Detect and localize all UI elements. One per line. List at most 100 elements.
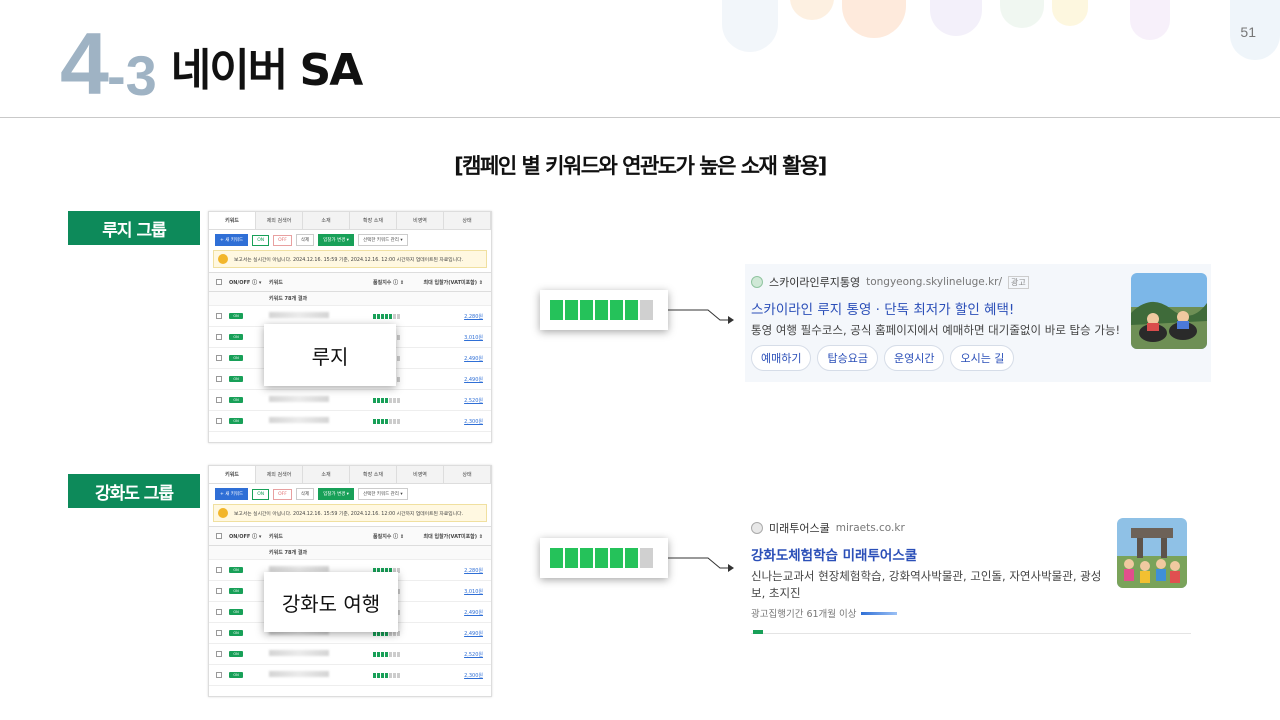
bid-link[interactable]: 2,280원 <box>464 568 483 574</box>
tab-keyword[interactable]: 키워드 <box>209 466 256 483</box>
quality-bar <box>373 418 413 424</box>
row-checkbox[interactable] <box>216 651 222 657</box>
bid-link[interactable]: 3,010원 <box>464 335 483 341</box>
off-button[interactable]: OFF <box>273 488 292 500</box>
delete-button[interactable]: 삭제 <box>295 488 315 500</box>
chip-directions[interactable]: 오시는 길 <box>950 345 1015 371</box>
tab-creative[interactable]: 소재 <box>303 466 350 483</box>
new-keyword-button[interactable]: + 새 키워드 <box>215 488 249 500</box>
bid-link[interactable]: 2,490원 <box>464 377 483 383</box>
bid-link[interactable]: 2,490원 <box>464 356 483 362</box>
quality-segment <box>397 672 400 678</box>
tab-creative[interactable]: 소재 <box>303 212 350 229</box>
ad-meta-text: 광고집행기간 61개월 이상 <box>751 609 857 620</box>
quality-segment <box>397 418 400 424</box>
delete-button[interactable]: 삭제 <box>295 234 315 246</box>
row-toggle[interactable]: ON <box>229 651 243 657</box>
tab-extension[interactable]: 확장 소재 <box>350 212 397 229</box>
row-checkbox[interactable] <box>216 567 222 573</box>
quality-segment <box>389 418 392 424</box>
table-row[interactable]: ON 2,300원 <box>209 411 491 432</box>
bid-link[interactable]: 2,490원 <box>464 610 483 616</box>
header-keyword[interactable]: 키워드 <box>269 533 373 540</box>
tab-negative-keyword[interactable]: 제외 검색어 <box>256 466 303 483</box>
bid-link[interactable]: 2,490원 <box>464 631 483 637</box>
row-toggle[interactable]: ON <box>229 397 243 403</box>
row-toggle[interactable]: ON <box>229 376 243 382</box>
row-checkbox[interactable] <box>216 334 222 340</box>
selected-action-dropdown[interactable]: 선택한 키워드 관리 ▾ <box>357 488 408 500</box>
bid-link[interactable]: 2,520원 <box>464 652 483 658</box>
row-checkbox[interactable] <box>216 672 222 678</box>
tab-extension[interactable]: 확장 소재 <box>350 466 397 483</box>
ad-advertiser[interactable]: 미래투어스쿨 <box>769 520 830 536</box>
meter-segment <box>550 300 563 320</box>
on-button[interactable]: ON <box>252 234 270 246</box>
header-keyword[interactable]: 키워드 <box>269 279 373 286</box>
row-toggle[interactable]: ON <box>229 313 243 319</box>
header-bid[interactable]: 최대 입찰가(VAT미포함) ⇕ <box>413 279 491 286</box>
tab-status[interactable]: 상태 <box>444 466 491 483</box>
row-checkbox[interactable] <box>216 397 222 403</box>
ad-meta: 광고집행기간 61개월 이상 <box>751 606 1185 620</box>
select-all-checkbox[interactable] <box>216 279 222 285</box>
tab-keyword[interactable]: 키워드 <box>209 212 256 229</box>
row-toggle[interactable]: ON <box>229 672 243 678</box>
row-toggle[interactable]: ON <box>229 334 243 340</box>
selected-action-dropdown[interactable]: 선택한 키워드 관리 ▾ <box>357 234 408 246</box>
row-toggle[interactable]: ON <box>229 588 243 594</box>
table-row[interactable]: ON 2,520원 <box>209 390 491 411</box>
row-checkbox[interactable] <box>216 376 222 382</box>
table-tabs: 키워드 제외 검색어 소재 확장 소재 비영역 상태 <box>209 466 491 484</box>
ad-thumbnail-image[interactable] <box>1117 518 1187 588</box>
row-checkbox[interactable] <box>216 418 222 424</box>
row-toggle[interactable]: ON <box>229 567 243 573</box>
report-notice: 보고서는 실시간이 아닙니다. 2024.12.16. 15:59 기준, 20… <box>213 250 487 268</box>
ad-advertiser[interactable]: 스카이라인루지통영 <box>769 274 860 290</box>
row-toggle[interactable]: ON <box>229 630 243 636</box>
header-quality[interactable]: 품질지수 ⓘ ⇕ <box>373 279 413 286</box>
row-checkbox[interactable] <box>216 609 222 615</box>
new-keyword-button[interactable]: + 새 키워드 <box>215 234 249 246</box>
row-checkbox[interactable] <box>216 355 222 361</box>
bid-change-button[interactable]: 입찰가 변경 ▾ <box>318 488 354 500</box>
bid-link[interactable]: 2,520원 <box>464 398 483 404</box>
tab-non-area[interactable]: 비영역 <box>397 466 444 483</box>
slide-number: 51 <box>1240 24 1256 40</box>
row-checkbox[interactable] <box>216 313 222 319</box>
row-toggle[interactable]: ON <box>229 355 243 361</box>
header-onoff[interactable]: ON/OFF ⓘ ▾ <box>229 533 269 540</box>
bid-link[interactable]: 2,280원 <box>464 314 483 320</box>
on-button[interactable]: ON <box>252 488 270 500</box>
meter-segment <box>595 300 608 320</box>
table-row[interactable]: ON 2,300원 <box>209 665 491 686</box>
row-toggle[interactable]: ON <box>229 609 243 615</box>
table-toolbar: + 새 키워드 ON OFF 삭제 입찰가 변경 ▾ 선택한 키워드 관리 ▾ <box>209 230 491 250</box>
select-all-checkbox[interactable] <box>216 533 222 539</box>
ad-thumbnail-image[interactable] <box>1131 273 1207 349</box>
row-checkbox[interactable] <box>216 588 222 594</box>
header-bid[interactable]: 최대 입찰가(VAT미포함) ⇕ <box>413 533 491 540</box>
bid-link[interactable]: 2,300원 <box>464 419 483 425</box>
keyword-overlay-luge: 루지 <box>264 324 396 386</box>
row-toggle[interactable]: ON <box>229 418 243 424</box>
chip-hours[interactable]: 운영시간 <box>883 345 945 371</box>
ad-badge: 광고 <box>1008 275 1029 289</box>
tab-status[interactable]: 상태 <box>444 212 491 229</box>
header-onoff[interactable]: ON/OFF ⓘ ▾ <box>229 279 269 286</box>
ad-title[interactable]: 강화도체험학습 미래투어스쿨 <box>751 544 1111 564</box>
ad-url[interactable]: miraets.co.kr <box>836 522 905 534</box>
off-button[interactable]: OFF <box>273 234 292 246</box>
header-quality[interactable]: 품질지수 ⓘ ⇕ <box>373 533 413 540</box>
bid-link[interactable]: 3,010원 <box>464 589 483 595</box>
row-checkbox[interactable] <box>216 630 222 636</box>
bid-change-button[interactable]: 입찰가 변경 ▾ <box>318 234 354 246</box>
table-row[interactable]: ON 2,520원 <box>209 644 491 665</box>
bid-link[interactable]: 2,300원 <box>464 673 483 679</box>
ad-title[interactable]: 스카이라인 루지 통영 · 단독 최저가 할인 혜택! <box>751 298 1111 318</box>
tab-non-area[interactable]: 비영역 <box>397 212 444 229</box>
ad-url[interactable]: tongyeong.skylineluge.kr/ <box>866 276 1002 288</box>
chip-fare[interactable]: 탑승요금 <box>817 345 878 371</box>
chip-reserve[interactable]: 예매하기 <box>751 345 812 371</box>
tab-negative-keyword[interactable]: 제외 검색어 <box>256 212 303 229</box>
